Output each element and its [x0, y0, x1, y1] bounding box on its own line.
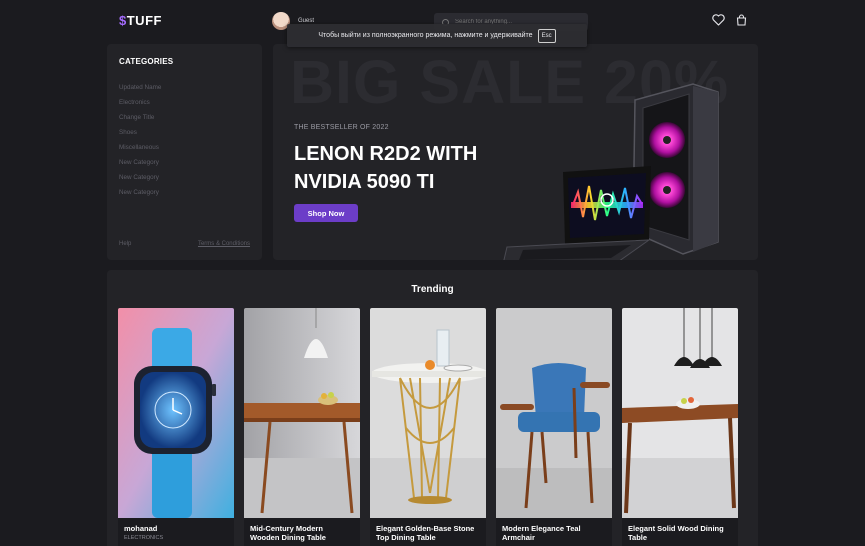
category-item[interactable]: Updated Name [119, 83, 161, 98]
header-icons [712, 14, 747, 26]
toast-message: Чтобы выйти из полноэкранного режима, на… [318, 32, 533, 39]
category-item[interactable]: Change Title [119, 113, 161, 128]
product-image [370, 308, 486, 518]
product-image [496, 308, 612, 518]
esc-key: Esc [537, 28, 556, 43]
heart-icon[interactable] [712, 14, 725, 26]
logo-dollar: $ [119, 13, 127, 28]
product-info: Modern Elegance Teal Armchair [496, 518, 612, 546]
product-card[interactable]: Mid-Century Modern Wooden Dining Table [244, 308, 360, 546]
product-info: mohanad ELECTRONICS [118, 518, 234, 546]
product-info: Elegant Solid Wood Dining Table [622, 518, 738, 546]
categories-title: CATEGORIES [119, 57, 174, 66]
category-item[interactable]: Miscellaneous [119, 143, 161, 158]
product-category: ELECTRONICS [124, 535, 164, 541]
product-info: Elegant Golden-Base Stone Top Dining Tab… [370, 518, 486, 546]
category-item[interactable]: Electronics [119, 98, 161, 113]
product-image [118, 308, 234, 518]
product-name[interactable]: Modern Elegance Teal Armchair [502, 524, 606, 542]
product-name[interactable]: Elegant Golden-Base Stone Top Dining Tab… [376, 524, 480, 542]
shop-now-button[interactable]: Shop Now [294, 204, 358, 222]
terms-link[interactable]: Terms & Conditions [198, 241, 250, 247]
product-card[interactable]: Elegant Solid Wood Dining Table [622, 308, 738, 546]
logo-text: TUFF [126, 13, 162, 28]
categories-sidebar: CATEGORIES Updated Name Electronics Chan… [107, 44, 262, 260]
category-item[interactable]: Shoes [119, 128, 161, 143]
product-info: Mid-Century Modern Wooden Dining Table [244, 518, 360, 546]
category-item[interactable]: New Category [119, 188, 161, 203]
logo[interactable]: $TUFF [119, 13, 162, 28]
product-name[interactable]: Mid-Century Modern Wooden Dining Table [250, 524, 354, 542]
product-card[interactable]: Modern Elegance Teal Armchair [496, 308, 612, 546]
laptop-pc-image [503, 83, 719, 260]
banner-kicker: THE BESTSELLER OF 2022 [294, 124, 389, 131]
category-item[interactable]: New Category [119, 158, 161, 173]
cart-icon[interactable] [736, 14, 747, 26]
product-card[interactable]: Elegant Golden-Base Stone Top Dining Tab… [370, 308, 486, 546]
trending-title: Trending [411, 284, 454, 295]
category-item[interactable]: New Category [119, 173, 161, 188]
product-image [244, 308, 360, 518]
sidebar-footer: Help Terms & Conditions [119, 241, 250, 247]
banner-title: LENON R2D2 WITH NVIDIA 5090 TI [294, 143, 478, 193]
category-list: Updated Name Electronics Change Title Sh… [119, 83, 161, 203]
product-name[interactable]: mohanad [124, 524, 228, 533]
product-card[interactable]: mohanad ELECTRONICS [118, 308, 234, 546]
fullscreen-toast: Чтобы выйти из полноэкранного режима, на… [287, 24, 587, 47]
product-list: mohanad ELECTRONICS Mid-Century Modern W… [118, 308, 738, 546]
trending-section: Trending mohanad ELECTRONICS Mid-Century… [107, 270, 758, 546]
product-name[interactable]: Elegant Solid Wood Dining Table [628, 524, 732, 542]
promo-banner: BIG SALE 20% THE BESTSELLER OF 2022 LENO… [273, 44, 758, 260]
product-image [622, 308, 738, 518]
help-link[interactable]: Help [119, 241, 131, 247]
